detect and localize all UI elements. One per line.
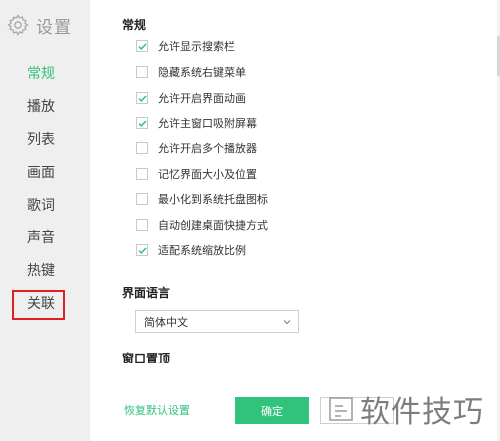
checkbox-checked[interactable] bbox=[136, 40, 148, 52]
reset-defaults-link[interactable]: 恢复默认设置 bbox=[124, 402, 190, 418]
checkbox-checked[interactable] bbox=[136, 244, 148, 256]
option-label: 允许开启多个播放器 bbox=[158, 142, 257, 155]
check-icon bbox=[138, 43, 147, 50]
checkbox-unchecked[interactable] bbox=[136, 193, 148, 205]
option-label: 允许开启界面动画 bbox=[158, 92, 246, 105]
section-title-language: 界面语言 bbox=[122, 286, 171, 300]
watermark-logo-icon bbox=[329, 397, 353, 421]
watermark-text: 软件技巧 bbox=[360, 395, 484, 430]
option-desktop-shortcut[interactable]: 自动创建桌面快捷方式 bbox=[136, 215, 268, 235]
sidebar-item-playback[interactable]: 播放 bbox=[0, 91, 90, 123]
sidebar-item-lyrics[interactable]: 歌词 bbox=[0, 190, 90, 222]
option-label: 允许显示搜索栏 bbox=[158, 40, 235, 53]
option-label: 适配系统缩放比例 bbox=[158, 244, 246, 257]
checkbox-unchecked[interactable] bbox=[136, 66, 148, 78]
option-multiple-players[interactable]: 允许开启多个播放器 bbox=[136, 138, 257, 158]
ok-button[interactable]: 确定 bbox=[235, 397, 309, 424]
option-remember-size[interactable]: 记忆界面大小及位置 bbox=[136, 164, 257, 184]
section-title-general: 常规 bbox=[122, 18, 147, 32]
check-icon bbox=[138, 95, 147, 102]
checkbox-unchecked[interactable] bbox=[136, 168, 148, 180]
chevron-down-icon bbox=[283, 319, 291, 324]
check-icon bbox=[138, 247, 147, 254]
sidebar-header: 设置 bbox=[6, 12, 72, 38]
option-label: 自动创建桌面快捷方式 bbox=[158, 219, 268, 232]
sidebar-item-display[interactable]: 画面 bbox=[0, 157, 90, 189]
sidebar-item-hotkeys[interactable]: 热键 bbox=[0, 255, 90, 287]
settings-sidebar: 设置 常规 播放 列表 画面 歌词 声音 热键 关联 bbox=[0, 0, 90, 441]
option-snap-to-screen[interactable]: 允许主窗口吸附屏幕 bbox=[136, 113, 257, 133]
sidebar-item-sound[interactable]: 声音 bbox=[0, 222, 90, 254]
checkbox-checked[interactable] bbox=[136, 117, 148, 129]
option-hide-context-menu[interactable]: 隐藏系统右键菜单 bbox=[136, 62, 246, 82]
checkbox-checked[interactable] bbox=[136, 92, 148, 104]
gear-icon bbox=[7, 14, 29, 36]
option-label: 允许主窗口吸附屏幕 bbox=[158, 117, 257, 130]
option-system-scaling[interactable]: 适配系统缩放比例 bbox=[136, 240, 246, 260]
option-label: 记忆界面大小及位置 bbox=[158, 168, 257, 181]
settings-content: 常规 允许显示搜索栏 隐藏系统右键菜单 允许开启界面动画 允许主窗口吸附屏幕 允… bbox=[90, 0, 500, 441]
option-minimize-to-tray[interactable]: 最小化到系统托盘图标 bbox=[136, 189, 268, 209]
checkbox-unchecked[interactable] bbox=[136, 142, 148, 154]
sidebar-item-list[interactable]: 列表 bbox=[0, 124, 90, 156]
highlight-box bbox=[12, 290, 65, 320]
check-icon bbox=[138, 120, 147, 127]
language-select-value: 简体中文 bbox=[144, 315, 188, 329]
option-enable-animation[interactable]: 允许开启界面动画 bbox=[136, 88, 246, 108]
option-label: 最小化到系统托盘图标 bbox=[158, 193, 268, 206]
sidebar-item-general[interactable]: 常规 bbox=[0, 58, 90, 90]
language-select[interactable]: 简体中文 bbox=[135, 310, 299, 333]
option-show-search-bar[interactable]: 允许显示搜索栏 bbox=[136, 36, 235, 56]
settings-title: 设置 bbox=[36, 17, 72, 38]
section-title-window-top: 窗口置顶 bbox=[122, 352, 171, 363]
option-label: 隐藏系统右键菜单 bbox=[158, 66, 246, 79]
checkbox-unchecked[interactable] bbox=[136, 219, 148, 231]
watermark: 软件技巧 bbox=[326, 385, 484, 433]
